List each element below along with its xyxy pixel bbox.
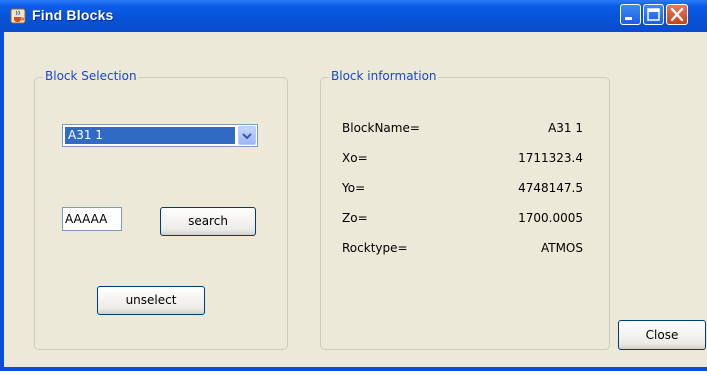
title-bar[interactable]: Find Blocks (0, 0, 707, 32)
blockname-value: A31 1 (548, 121, 583, 135)
combo-selected-value: A31 1 (65, 127, 235, 144)
close-window-button[interactable] (666, 4, 688, 25)
zo-label: Zo= (342, 211, 368, 225)
block-combo[interactable]: A31 1 (62, 124, 258, 147)
maximize-icon (647, 8, 660, 21)
close-icon (670, 7, 684, 22)
rocktype-value: ATMOS (540, 241, 583, 255)
rocktype-label: Rocktype= (342, 241, 408, 255)
minimize-button[interactable] (620, 4, 641, 25)
maximize-button[interactable] (643, 4, 664, 25)
xo-label: Xo= (342, 151, 368, 165)
combo-dropdown-button[interactable] (238, 126, 256, 145)
find-blocks-window: Find Blocks Block Selection A31 1 AAAAA … (0, 0, 707, 371)
close-button[interactable]: Close (618, 320, 706, 350)
chevron-down-icon (242, 133, 252, 140)
minimize-icon (625, 17, 632, 20)
window-content: Block Selection A31 1 AAAAA search unsel… (4, 32, 707, 367)
blockname-label: BlockName= (342, 121, 420, 135)
zo-value: 1700.0005 (518, 211, 583, 225)
yo-value: 4748147.5 (518, 181, 583, 195)
block-selection-legend: Block Selection (43, 69, 139, 83)
unselect-button[interactable]: unselect (97, 286, 205, 315)
search-input[interactable]: AAAAA (62, 207, 122, 231)
xo-value: 1711323.4 (518, 151, 583, 165)
yo-label: Yo= (342, 181, 366, 195)
search-button[interactable]: search (160, 207, 256, 236)
java-cup-icon (10, 8, 26, 24)
window-title: Find Blocks (32, 7, 114, 23)
block-information-legend: Block information (329, 69, 439, 83)
